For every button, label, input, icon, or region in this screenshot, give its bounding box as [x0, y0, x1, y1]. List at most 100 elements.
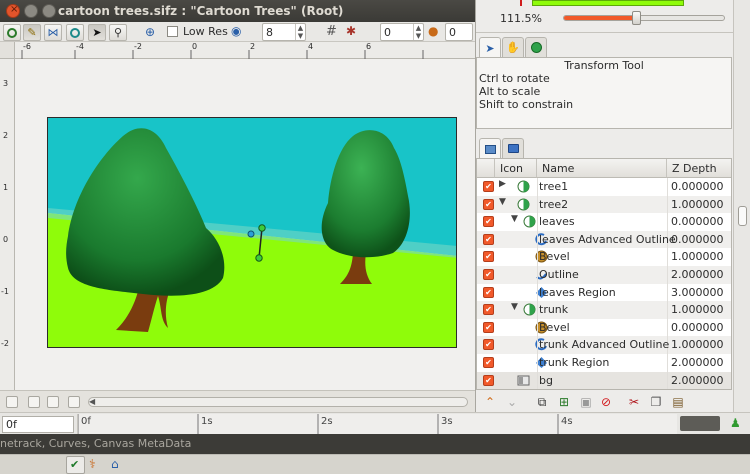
- layer-row[interactable]: ✔ leaves Region 3.000000: [477, 283, 731, 302]
- minimize-window-button[interactable]: [24, 4, 38, 18]
- tool-hint: Shift to constrain: [479, 98, 574, 111]
- toggle-button[interactable]: [47, 396, 59, 408]
- time-track[interactable]: 0f 1s 2s 3s 4s: [77, 414, 677, 434]
- tab-tool-options[interactable]: ➤: [479, 37, 501, 58]
- layer-row[interactable]: ✔ leaves Advanced Outline 0.000000: [477, 230, 731, 249]
- cell-divider: [537, 301, 538, 319]
- delete-layer-icon[interactable]: ⊘: [598, 394, 614, 410]
- cell-divider: [537, 178, 538, 196]
- layer-visibility-checkbox[interactable]: ✔: [483, 216, 494, 228]
- maximize-window-button[interactable]: [42, 4, 56, 18]
- layer-visibility-checkbox[interactable]: ✔: [483, 357, 494, 368]
- scroll-left-icon[interactable]: ◀: [89, 397, 95, 406]
- expand-down-icon[interactable]: ▼: [499, 197, 506, 207]
- tab-layers[interactable]: [479, 138, 501, 159]
- tab-library[interactable]: [502, 138, 524, 158]
- col-name-header[interactable]: Name: [537, 159, 667, 178]
- layer-name: Bevel: [539, 320, 570, 334]
- scrollbar-thumb[interactable]: [738, 206, 747, 226]
- render-button[interactable]: [3, 24, 21, 41]
- layer-row[interactable]: ✔ bg 2.000000: [477, 371, 731, 389]
- resolution-spinner[interactable]: 8 ▲ ▼: [262, 23, 306, 41]
- spinner-arrows-icon[interactable]: ▲ ▼: [413, 24, 423, 40]
- col-zdepth-header[interactable]: Z Depth: [667, 159, 731, 178]
- future-keyframes-spinner[interactable]: 0: [445, 23, 473, 41]
- horizontal-scrollbar[interactable]: ◀: [88, 397, 468, 407]
- layer-visibility-checkbox[interactable]: ✔: [483, 251, 494, 263]
- transform-tool-button[interactable]: ➤: [88, 24, 106, 41]
- onion-skin-icon[interactable]: ✱: [346, 24, 356, 38]
- circle-tool-button[interactable]: [66, 24, 84, 41]
- toggle-button[interactable]: [68, 396, 80, 408]
- layer-row[interactable]: ✔ ▼ leaves 0.000000: [477, 213, 731, 231]
- timebar-end-widget[interactable]: [680, 416, 720, 431]
- layer-row[interactable]: ✔ ▼ trunk 1.000000: [477, 301, 731, 319]
- h-ruler-label: 4: [308, 42, 314, 51]
- duck-handle[interactable]: [258, 224, 266, 232]
- layer-name: trunk Advanced Outline: [539, 338, 670, 352]
- set-layer-description-icon[interactable]: ▣: [578, 394, 594, 410]
- h-ruler-label: 6: [366, 42, 372, 51]
- close-window-button[interactable]: ×: [6, 4, 20, 18]
- paste-icon[interactable]: ▤: [670, 394, 686, 410]
- duplicate-layer-icon[interactable]: ⧉: [534, 394, 550, 410]
- eyedrop-tool-button[interactable]: ⚲: [109, 24, 127, 41]
- raise-layer-icon[interactable]: ⌃: [482, 394, 498, 410]
- rectangle-icon: [517, 374, 530, 387]
- lower-layer-icon[interactable]: ⌄: [504, 394, 520, 410]
- encapsulate-icon[interactable]: ⊞: [556, 394, 572, 410]
- layer-name: Bevel: [539, 250, 570, 264]
- layer-row[interactable]: ✔ Bevel 0.000000: [477, 318, 731, 337]
- layer-visibility-checkbox[interactable]: ✔: [483, 181, 494, 192]
- layer-visibility-checkbox[interactable]: ✔: [483, 269, 494, 280]
- params-panel-tab[interactable]: ✔: [66, 456, 85, 474]
- cut-icon[interactable]: ✂: [626, 394, 642, 410]
- draw-tool-button[interactable]: ✎: [23, 24, 41, 41]
- toggle-button[interactable]: [28, 396, 40, 408]
- layer-row[interactable]: ✔ trunk Region 2.000000: [477, 354, 731, 372]
- tab-palette[interactable]: ✋: [502, 37, 524, 57]
- zoom-slider[interactable]: [563, 11, 725, 25]
- layer-row[interactable]: ✔ ▼ tree2 1.000000: [477, 195, 731, 214]
- onion-icon[interactable]: ●: [428, 24, 438, 38]
- current-time-field[interactable]: 0f: [2, 416, 74, 433]
- zoom-slider-knob[interactable]: [632, 11, 641, 25]
- layer-name: tree1: [539, 180, 569, 193]
- duck-tool-button[interactable]: ⋈: [44, 24, 62, 41]
- layer-visibility-checkbox[interactable]: ✔: [483, 339, 494, 351]
- layer-row[interactable]: ✔ trunk Advanced Outline 1.000000: [477, 336, 731, 354]
- layer-row[interactable]: ✔ Outline 2.000000: [477, 266, 731, 284]
- low-res-checkbox[interactable]: [167, 26, 178, 37]
- spinner-arrows-icon[interactable]: ▲ ▼: [295, 24, 305, 40]
- grid-icon[interactable]: #: [326, 24, 337, 39]
- layer-visibility-checkbox[interactable]: ✔: [483, 198, 494, 210]
- dock-vertical-scrollbar[interactable]: [733, 0, 750, 412]
- canvas-scene[interactable]: [47, 117, 457, 348]
- layer-row[interactable]: ✔ Bevel 1.000000: [477, 248, 731, 266]
- layer-row[interactable]: ✔ ▶ tree1 0.000000: [477, 178, 731, 196]
- canvas-menu-button[interactable]: [6, 396, 18, 408]
- col-icon-header[interactable]: Icon: [495, 159, 537, 178]
- metadata-panel-tab[interactable]: ⌂: [111, 457, 119, 471]
- h-ruler-label: 0: [192, 42, 198, 51]
- layer-visibility-checkbox[interactable]: ✔: [483, 374, 494, 386]
- layer-visibility-checkbox[interactable]: ✔: [483, 286, 494, 298]
- curves-panel-tab[interactable]: ⚕: [89, 457, 96, 471]
- cell-divider: [667, 266, 668, 284]
- layer-visibility-checkbox[interactable]: ✔: [483, 233, 494, 245]
- expand-right-icon[interactable]: ▶: [499, 179, 506, 189]
- layer-z-depth: 1.000000: [671, 303, 724, 317]
- expand-down-icon[interactable]: ▼: [511, 302, 518, 312]
- layer-visibility-checkbox[interactable]: ✔: [483, 321, 494, 333]
- duck-handle[interactable]: [255, 254, 263, 262]
- origin-handle[interactable]: [247, 230, 255, 238]
- expand-down-icon[interactable]: ▼: [511, 214, 518, 224]
- copy-icon[interactable]: ❐: [648, 394, 664, 410]
- resolution-icon[interactable]: ◉: [231, 24, 241, 38]
- past-keyframes-spinner[interactable]: 0 ▲ ▼: [380, 23, 424, 41]
- canvas-toolbar: ✎ ⋈ ➤ ⚲ ⊕ Low Res ◉ 8 ▲ ▼ # ✱ 0 ▲ ▼ ● 0: [0, 22, 475, 42]
- cell-divider: [667, 195, 668, 214]
- tab-navigator[interactable]: [525, 37, 547, 57]
- zoom-icon[interactable]: ⊕: [145, 25, 155, 39]
- layer-visibility-checkbox[interactable]: ✔: [483, 304, 494, 316]
